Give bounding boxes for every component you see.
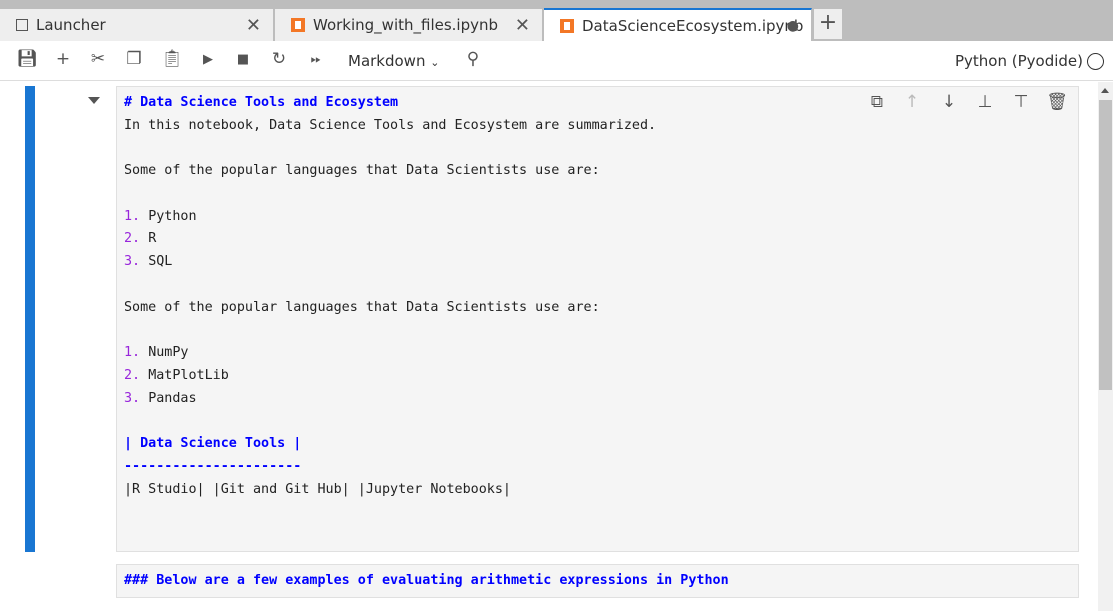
list-number: 1. [124,209,141,224]
run-icon[interactable]: ▶ [197,52,219,67]
collapse-caret-icon[interactable] [88,97,100,104]
md-line: SQL [148,254,173,269]
md-line: | Data Science Tools | [124,436,302,451]
markdown-cell-2[interactable]: ### Below are a few examples of evaluati… [116,564,1079,598]
duplicate-cell-icon[interactable]: ⧉ [866,92,888,112]
launcher-icon [16,19,28,31]
list-number: 2. [124,368,141,383]
md-line: R [148,231,157,246]
new-tab-button[interactable]: + [814,9,842,39]
chevron-down-icon: ⌄ [430,56,440,69]
tab-label: Working_with_files.ipynb [313,16,499,34]
cell-collapser[interactable] [25,86,35,552]
cell-type-select[interactable]: Markdown ⌄ [348,52,439,70]
scroll-up-icon[interactable] [1101,88,1109,93]
md-line: |R Studio| |Git and Git Hub| |Jupyter No… [124,482,511,497]
list-number: 3. [124,391,141,406]
list-number: 2. [124,231,141,246]
tab-label: DataScienceEcosystem.ipynb [582,16,804,35]
notebook-icon [560,18,574,33]
md-line: ---------------------- [124,459,302,474]
tab-datascienceecosystem[interactable]: DataScienceEcosystem.ipynb ● [544,8,812,41]
move-up-icon[interactable]: ↑ [901,92,923,112]
close-icon[interactable]: ✕ [515,15,530,36]
md-line: ### Below are a few examples of evaluati… [124,573,729,588]
pin-icon[interactable]: ⚲ [462,49,484,69]
save-icon[interactable]: 💾︎ [16,49,38,69]
list-number: 1. [124,345,141,360]
tab-launcher[interactable]: Launcher ✕ [0,9,274,41]
close-icon[interactable]: ✕ [246,15,261,36]
md-line: Pandas [148,391,197,406]
md-line: Some of the popular languages that Data … [124,300,600,315]
insert-below-icon[interactable]: ⊤ [1010,92,1032,112]
kernel-name[interactable]: Python (Pyodide) [955,52,1083,70]
delete-cell-icon[interactable]: 🗑︎ [1046,92,1068,112]
md-line: MatPlotLib [148,368,229,383]
unsaved-dot-icon[interactable]: ● [787,18,799,34]
md-line: Some of the popular languages that Data … [124,163,600,178]
paste-icon[interactable]: 📋︎ [161,49,183,69]
scrollbar-thumb[interactable] [1099,100,1112,390]
cell-type-value: Markdown [348,52,426,70]
insert-above-icon[interactable]: ⊥ [974,92,996,112]
cut-icon[interactable]: ✂ [87,49,109,69]
tab-label: Launcher [36,16,106,34]
markdown-cell-editor[interactable]: # Data Science Tools and Ecosystem In th… [116,86,1079,552]
md-line: NumPy [148,345,189,360]
run-all-icon[interactable]: ⏩︎ [305,52,327,67]
md-line: In this notebook, Data Science Tools and… [124,118,657,133]
kernel-status-icon [1087,53,1104,70]
md-line: Python [148,209,197,224]
tab-working-with-files[interactable]: Working_with_files.ipynb ✕ [275,9,543,41]
restart-icon[interactable]: ↻ [268,49,290,69]
copy-icon[interactable]: ❐ [123,49,145,69]
add-icon[interactable]: + [52,49,74,69]
move-down-icon[interactable]: ↓ [938,92,960,112]
list-number: 3. [124,254,141,269]
stop-icon[interactable]: ■ [232,52,254,67]
md-line: # Data Science Tools and Ecosystem [124,95,399,110]
notebook-icon [291,18,305,32]
